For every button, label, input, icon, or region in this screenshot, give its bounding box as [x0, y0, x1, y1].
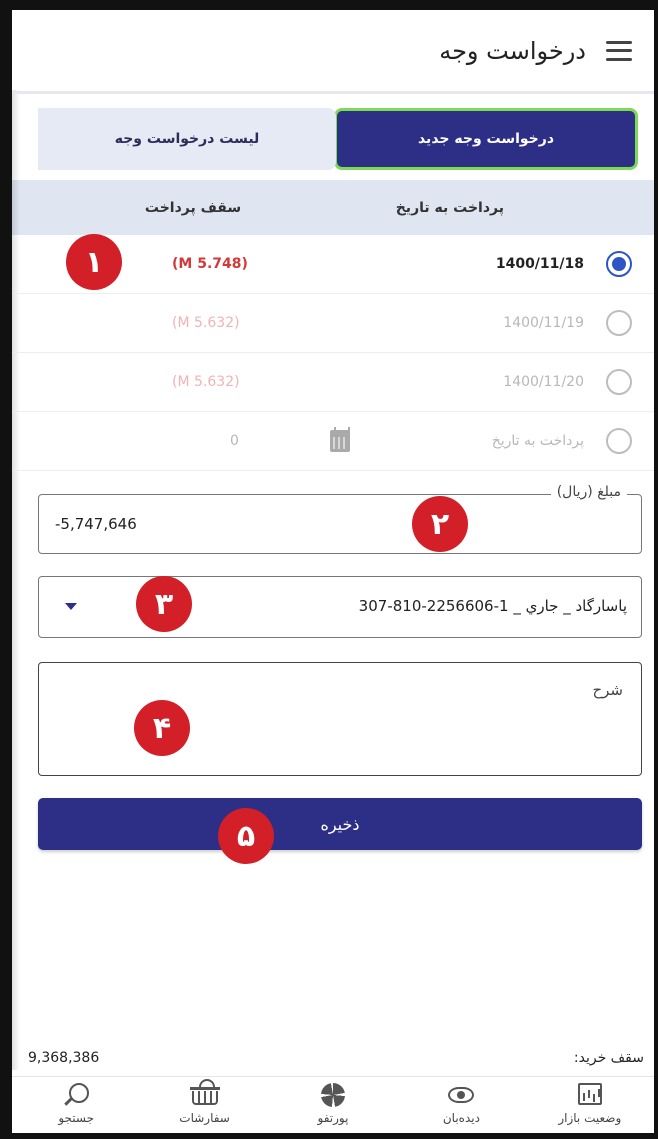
- description-label: شرح: [592, 681, 623, 699]
- nav-item-portfolio[interactable]: پورتفو: [269, 1077, 397, 1133]
- nav-item-market-status[interactable]: وضعیت بازار: [526, 1077, 654, 1133]
- payment-date: 1400/11/18: [495, 256, 584, 272]
- payment-limit: (5.748 M): [172, 256, 248, 272]
- account-select[interactable]: پاسارگاد _ جاري _ 1-2256606-810-307: [38, 576, 642, 638]
- tab-new-request[interactable]: درخواست وجه جدید: [334, 108, 638, 170]
- bottom-navigation: وضعیت بازار دیده‌بان پورتفو سفارشات جستج…: [12, 1076, 654, 1133]
- payment-limit: (5.632 M): [172, 374, 240, 390]
- nav-item-watchlist[interactable]: دیده‌بان: [397, 1077, 525, 1133]
- table-row[interactable]: پرداخت به تاریخ 0: [12, 412, 654, 471]
- payment-date: 1400/11/19: [503, 315, 584, 331]
- basket-icon: [189, 1079, 220, 1105]
- top-app-bar: درخواست وجه: [12, 10, 654, 94]
- table-header: پرداخت به تاریخ سقف پرداخت: [12, 180, 654, 235]
- radio-button[interactable]: [606, 251, 632, 277]
- tab-bar: درخواست وجه جدید لیست درخواست وجه: [38, 108, 638, 170]
- nav-item-orders[interactable]: سفارشات: [140, 1077, 268, 1133]
- market-status-icon: [577, 1083, 602, 1105]
- purchase-limit-value: 9,368,386: [28, 1050, 100, 1066]
- tab-request-list[interactable]: لیست درخواست وجه: [38, 108, 336, 170]
- step-badge-1: ۱: [66, 234, 122, 290]
- eye-icon: [448, 1087, 475, 1103]
- account-selected-value: پاسارگاد _ جاري _ 1-2256606-810-307: [358, 597, 627, 615]
- nav-label: سفارشات: [179, 1111, 230, 1125]
- pie-chart-icon: [320, 1083, 345, 1107]
- search-icon: [69, 1083, 90, 1103]
- step-badge-3: ۳: [136, 576, 192, 632]
- step-badge-5: ۵: [218, 808, 274, 864]
- dropdown-arrow-icon[interactable]: [65, 603, 77, 610]
- payment-date: 1400/11/20: [503, 374, 584, 390]
- nav-label: دیده‌بان: [442, 1111, 480, 1125]
- column-header-date: پرداخت به تاریخ: [395, 199, 504, 216]
- save-button[interactable]: ذخیره: [38, 798, 642, 850]
- custom-date-placeholder: پرداخت به تاریخ: [491, 433, 584, 449]
- table-row[interactable]: 1400/11/19 (5.632 M): [12, 294, 654, 353]
- hamburger-menu-icon[interactable]: [606, 40, 632, 61]
- purchase-limit-label: سقف خرید:: [573, 1050, 644, 1066]
- column-header-limit: سقف پرداخت: [144, 199, 242, 216]
- radio-button[interactable]: [606, 428, 632, 454]
- nav-item-search[interactable]: جستجو: [12, 1077, 140, 1133]
- description-field[interactable]: شرح: [38, 662, 642, 776]
- amount-input[interactable]: -5,747,646: [55, 515, 137, 533]
- nav-label: وضعیت بازار: [558, 1111, 622, 1125]
- calendar-icon[interactable]: [330, 427, 350, 452]
- app-screen: درخواست وجه درخواست وجه جدید لیست درخواس…: [12, 10, 654, 1133]
- step-badge-4: ۴: [134, 700, 190, 756]
- nav-label: جستجو: [58, 1111, 95, 1125]
- step-badge-2: ۲: [412, 496, 468, 552]
- payment-limit: 0: [230, 433, 239, 449]
- nav-label: پورتفو: [317, 1111, 349, 1125]
- amount-field[interactable]: مبلغ (ریال) -5,747,646: [38, 484, 642, 554]
- payment-limit: (5.632 M): [172, 315, 240, 331]
- radio-button[interactable]: [606, 310, 632, 336]
- amount-field-label: مبلغ (ریال): [550, 484, 627, 500]
- radio-button[interactable]: [606, 369, 632, 395]
- purchase-limit-row: سقف خرید: 9,368,386: [12, 1050, 654, 1074]
- page-title: درخواست وجه: [439, 36, 586, 65]
- table-row[interactable]: 1400/11/20 (5.632 M): [12, 353, 654, 412]
